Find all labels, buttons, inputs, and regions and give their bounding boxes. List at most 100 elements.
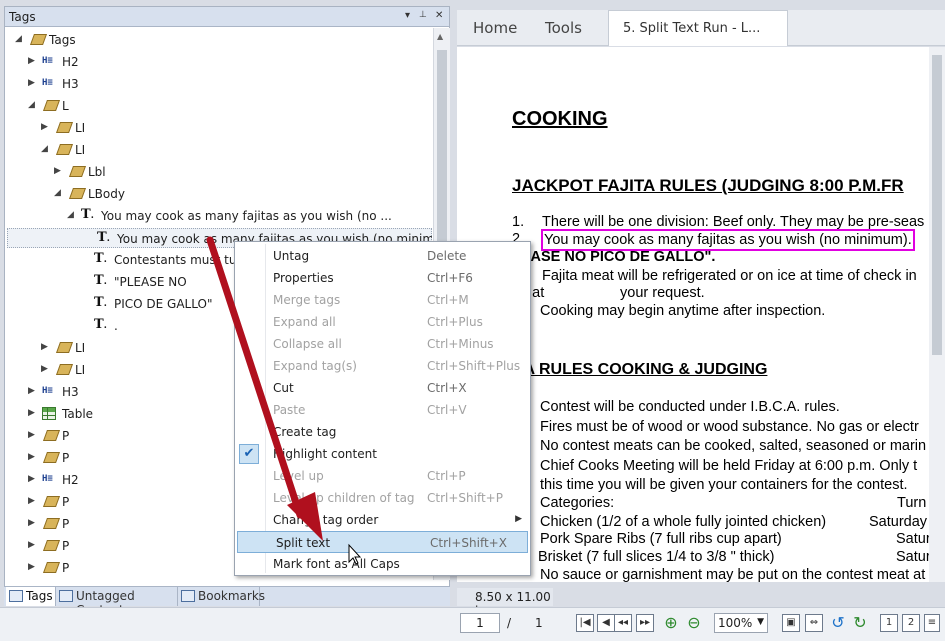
menu-item-highlight-content[interactable]: ✔ Highlight content — [235, 443, 530, 465]
tree-node-label: P — [62, 561, 70, 575]
collapse-icon[interactable]: ◢ — [41, 144, 51, 154]
expand-icon[interactable]: ▶ — [28, 518, 38, 528]
menu-item-label: Level up — [273, 469, 324, 483]
zoom-out-icon[interactable]: ⊖ — [685, 614, 703, 632]
tags-panel-title: Tags — [9, 10, 36, 24]
prev-view-icon[interactable]: ◂◂ — [614, 614, 632, 632]
tag-icon — [55, 142, 74, 157]
expand-icon[interactable]: ▶ — [41, 364, 51, 374]
page-number-input[interactable]: 1 — [460, 613, 500, 633]
menu-item-change-tag-order[interactable]: Change tag order ▶ — [235, 509, 530, 531]
tab-tools[interactable]: Tools — [545, 10, 582, 46]
continuous-page-icon[interactable]: ≡ — [924, 614, 940, 632]
expand-icon[interactable]: ▶ — [28, 474, 38, 484]
collapse-icon[interactable]: ◢ — [15, 34, 25, 44]
expand-icon[interactable]: ▶ — [28, 56, 38, 66]
first-page-icon[interactable]: |◀ — [576, 614, 594, 632]
menu-item-level-up-children-of-tag[interactable]: Level up children of tag Ctrl+Shift+P — [235, 487, 530, 509]
tree-node[interactable]: ▶ H≡ H3 — [5, 74, 425, 94]
expand-icon[interactable]: ▶ — [28, 496, 38, 506]
doc-list-number: 1. — [512, 214, 525, 230]
expand-icon[interactable]: ▶ — [28, 540, 38, 550]
tree-node[interactable]: ▶ Lbl — [5, 162, 425, 182]
text-icon: T. — [94, 251, 107, 266]
tree-node[interactable]: ◢ Tags — [5, 30, 425, 50]
tree-node-label: "PLEASE NO — [114, 275, 187, 289]
menu-item-untag[interactable]: Untag Delete — [235, 245, 530, 267]
tag-icon — [42, 494, 61, 509]
menu-item-mark-font-as-all-caps[interactable]: Mark font as All Caps — [235, 553, 530, 575]
expand-icon[interactable]: ▶ — [28, 430, 38, 440]
tree-node[interactable]: ▶ LI — [5, 118, 425, 138]
tree-node-label: P — [62, 429, 70, 443]
next-view-icon[interactable]: ▸▸ — [636, 614, 654, 632]
rotate-left-icon[interactable]: ↺ — [829, 614, 847, 632]
tab-bookmarks[interactable]: Bookmarks — [178, 587, 265, 606]
zoom-in-icon[interactable]: ⊕ — [662, 614, 680, 632]
tree-node[interactable]: ◢ LBody — [5, 184, 425, 204]
collapse-icon[interactable]: ◢ — [54, 188, 64, 198]
tab-tags-label: Tags — [26, 589, 53, 603]
expand-icon[interactable]: ▶ — [41, 342, 51, 352]
expand-icon[interactable]: ▶ — [28, 78, 38, 88]
tag-icon — [55, 120, 74, 135]
doc-text-line: Fajita meat will be refrigerated or on i… — [542, 268, 917, 284]
tab-tags[interactable]: Tags — [6, 587, 56, 606]
menu-item-shortcut: Ctrl+Shift+P — [427, 491, 503, 505]
tree-node[interactable]: ◢ LI — [5, 140, 425, 160]
tree-node[interactable]: ◢ L — [5, 96, 425, 116]
scroll-up-icon[interactable]: ▲ — [437, 32, 443, 41]
tree-node-label: Contestants must turn — [114, 253, 249, 267]
single-page-icon[interactable]: 1 — [880, 614, 898, 632]
menu-item-paste[interactable]: Paste Ctrl+V — [235, 399, 530, 421]
doc-text-line: Brisket (7 full slices 1/4 to 3/8 " thic… — [538, 549, 775, 565]
collapse-icon[interactable]: ◢ — [28, 100, 38, 110]
expand-icon[interactable]: ▶ — [28, 386, 38, 396]
text-icon: T. — [97, 230, 110, 245]
doc-text-line: Chief Cooks Meeting will be held Friday … — [540, 458, 918, 474]
prev-page-icon[interactable]: ◀ — [597, 614, 615, 632]
two-page-icon[interactable]: 2 — [902, 614, 920, 632]
menu-item-merge-tags[interactable]: Merge tags Ctrl+M — [235, 289, 530, 311]
panel-tab-strip: Tags Untagged Content Bookmarks — [4, 586, 450, 617]
doc-text-line: your request. — [620, 285, 705, 301]
fit-page-icon[interactable]: ▣ — [782, 614, 800, 632]
tree-node-label: L — [62, 99, 69, 113]
tree-node[interactable]: ▶ H≡ H2 — [5, 52, 425, 72]
untagged-tab-icon — [59, 590, 73, 602]
menu-item-level-up[interactable]: Level up Ctrl+P — [235, 465, 530, 487]
tab-document[interactable]: 5. Split Text Run - L... ✕ — [608, 10, 788, 72]
menu-item-split-text[interactable]: Split text Ctrl+Shift+X — [237, 531, 528, 553]
tree-node-label: Lbl — [88, 165, 106, 179]
expand-icon[interactable]: ▶ — [54, 166, 64, 176]
menu-item-shortcut: Ctrl+F6 — [427, 271, 473, 285]
tree-node-label: LI — [75, 363, 86, 377]
menu-item-expand-all[interactable]: Expand all Ctrl+Plus — [235, 311, 530, 333]
document-scrollbar[interactable] — [929, 47, 945, 582]
expand-icon[interactable]: ▶ — [28, 562, 38, 572]
menu-item-properties[interactable]: Properties Ctrl+F6 — [235, 267, 530, 289]
page-total: 1 — [535, 616, 543, 630]
expand-icon[interactable]: ▶ — [28, 408, 38, 418]
menu-item-shortcut: Ctrl+Shift+X — [430, 536, 507, 550]
tab-home[interactable]: Home — [473, 10, 517, 46]
zoom-select[interactable]: 100% ▼ — [714, 613, 768, 633]
close-icon[interactable]: ✕ — [435, 10, 443, 21]
rotate-right-icon[interactable]: ↻ — [851, 614, 869, 632]
menu-item-collapse-all[interactable]: Collapse all Ctrl+Minus — [235, 333, 530, 355]
menu-item-cut[interactable]: Cut Ctrl+X — [235, 377, 530, 399]
tab-untagged-content[interactable]: Untagged Content — [56, 587, 178, 617]
tree-node-label: Tags — [49, 33, 76, 47]
expand-icon[interactable]: ▶ — [28, 452, 38, 462]
fit-width-icon[interactable]: ⇔ — [805, 614, 823, 632]
pin-icon[interactable]: ⊥ — [419, 10, 427, 20]
menu-item-expand-tag-s[interactable]: Expand tag(s) Ctrl+Shift+Plus — [235, 355, 530, 377]
panel-menu-icon[interactable]: ▾ — [405, 10, 410, 21]
document-scrollbar-thumb[interactable] — [932, 55, 942, 355]
context-menu: Untag Delete Properties Ctrl+F6 Merge tags Ct… — [234, 241, 531, 576]
expand-icon[interactable]: ▶ — [41, 122, 51, 132]
tag-icon — [42, 98, 61, 113]
tree-node[interactable]: ◢ T. You may cook as many fajitas as you w… — [5, 206, 425, 226]
menu-item-create-tag[interactable]: Create tag — [235, 421, 530, 443]
collapse-icon[interactable]: ◢ — [67, 210, 77, 220]
